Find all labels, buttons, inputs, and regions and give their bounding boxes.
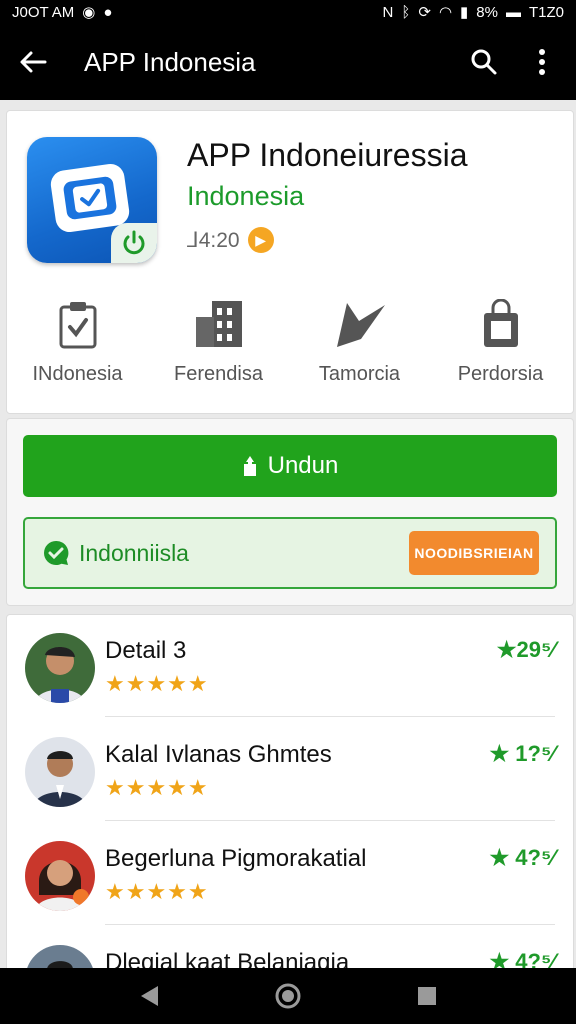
divider bbox=[105, 820, 555, 821]
install-button[interactable]: Undun bbox=[23, 435, 557, 497]
bag-icon bbox=[483, 299, 518, 347]
category-label-3: Tamorcia bbox=[318, 363, 401, 385]
reviewer-name: Kalal Ivlanas Ghmtes bbox=[105, 741, 332, 768]
category-item-3[interactable]: Tamorcia bbox=[289, 299, 430, 386]
category-label-2: Ferendisa bbox=[174, 363, 263, 385]
reviewer-name: Detail 3 bbox=[105, 637, 187, 664]
wifi-icon: ◠ bbox=[438, 3, 453, 21]
building-icon bbox=[195, 301, 242, 347]
pen-icon bbox=[336, 303, 385, 347]
status-time: J0OT AM bbox=[12, 3, 75, 21]
document-check-icon bbox=[59, 302, 96, 349]
app-meta-text: ⅃4:20 bbox=[187, 228, 240, 252]
avatar bbox=[25, 841, 95, 911]
bluetooth-icon: ᛒ bbox=[401, 3, 411, 21]
person-avatar-icon bbox=[25, 737, 95, 807]
review-item[interactable]: Begerluna Pigmorakatial ★★★★★ ★ 4?⁵⁄ bbox=[7, 823, 573, 925]
person-avatar-icon bbox=[25, 633, 95, 703]
review-score: ★ 4?⁵⁄ bbox=[489, 845, 555, 870]
promo-text: Indonniisla bbox=[79, 539, 189, 566]
review-score: ★ 1?⁵⁄ bbox=[489, 741, 555, 766]
review-item[interactable]: Dlegial kaat Belaniagia ★★★★★ ★ 4?⁵⁄ bbox=[7, 927, 573, 973]
avatar bbox=[25, 737, 95, 807]
signal-icon: ▮ bbox=[460, 3, 469, 21]
reviews-card: Detail 3 ★★★★★ ★29⁵⁄ Kalal Ivlanas Ghmte… bbox=[6, 614, 574, 974]
promo-banner: Indonniisla NOODIBSRIEIAN bbox=[23, 517, 557, 589]
search-icon bbox=[471, 49, 497, 75]
app-title: APP Indoneiuressia bbox=[187, 137, 468, 173]
app-logo-icon bbox=[27, 137, 157, 263]
divider bbox=[105, 716, 555, 717]
nav-home-icon[interactable] bbox=[275, 983, 301, 1009]
star-rating: ★★★★★ bbox=[105, 879, 209, 904]
review-score: ★29⁵⁄ bbox=[496, 637, 555, 662]
star-rating: ★★★★★ bbox=[105, 671, 209, 696]
coin-icon: ▶ bbox=[247, 227, 274, 253]
category-item-2[interactable]: Ferendisa bbox=[148, 299, 289, 386]
avatar bbox=[25, 633, 95, 703]
arrow-left-icon bbox=[20, 51, 47, 73]
chat-icon bbox=[44, 540, 69, 565]
battery-icon: ▬ bbox=[505, 3, 521, 21]
divider bbox=[105, 924, 555, 925]
category-item-1[interactable]: INdonesia bbox=[7, 299, 148, 386]
nfc-icon: N bbox=[382, 3, 394, 21]
app-logo-frame bbox=[49, 162, 131, 234]
category-label-4: Perdorsia bbox=[457, 363, 544, 385]
star-rating: ★★★★★ bbox=[105, 775, 209, 800]
search-button[interactable] bbox=[464, 42, 504, 82]
reviewer-name: Begerluna Pigmorakatial bbox=[105, 845, 367, 872]
download-icon bbox=[243, 456, 256, 476]
battery-percent: 8% bbox=[476, 3, 498, 21]
back-button[interactable] bbox=[16, 45, 50, 79]
person-avatar-icon bbox=[25, 841, 95, 911]
overflow-menu-button[interactable] bbox=[522, 42, 562, 82]
power-badge bbox=[111, 223, 157, 263]
app-bar-title: APP Indonesia bbox=[84, 46, 256, 77]
app-bar: APP Indonesia bbox=[0, 24, 576, 100]
system-nav-bar bbox=[0, 968, 576, 1024]
nav-recents-icon[interactable] bbox=[416, 985, 438, 1007]
review-item[interactable]: Kalal Ivlanas Ghmtes ★★★★★ ★ 1?⁵⁄ bbox=[7, 719, 573, 821]
status-clock-right: T1Z0 bbox=[528, 3, 564, 21]
review-item[interactable]: Detail 3 ★★★★★ ★29⁵⁄ bbox=[7, 615, 573, 717]
sync-icon: ⟳ bbox=[418, 3, 431, 21]
notification-icon: ◉ bbox=[82, 3, 96, 21]
status-bar: J0OT AM ◉ ● N ᛒ ⟳ ◠ ▮ 8% ▬ T1Z0 bbox=[0, 0, 576, 24]
power-icon bbox=[123, 230, 145, 255]
category-row: INdonesia Ferendisa Tamorcia Perdorsia bbox=[7, 299, 573, 386]
app-logo-screen bbox=[62, 175, 118, 221]
category-label-1: INdonesia bbox=[32, 363, 123, 385]
app-info-card: APP Indoneiuressia Indonesia ⅃4:20 ▶ INd… bbox=[6, 110, 574, 414]
nav-back-icon[interactable] bbox=[138, 984, 160, 1008]
app-developer-link[interactable]: Indonesia bbox=[187, 181, 304, 212]
notification-icon-2: ● bbox=[103, 3, 113, 21]
check-icon bbox=[72, 183, 108, 213]
actions-card: Undun Indonniisla NOODIBSRIEIAN bbox=[6, 418, 574, 606]
promo-action-button[interactable]: NOODIBSRIEIAN bbox=[409, 531, 539, 575]
install-button-label: Undun bbox=[267, 452, 339, 479]
app-meta: ⅃4:20 ▶ bbox=[187, 227, 274, 253]
category-item-4[interactable]: Perdorsia bbox=[430, 299, 571, 386]
more-vertical-icon bbox=[539, 49, 545, 75]
